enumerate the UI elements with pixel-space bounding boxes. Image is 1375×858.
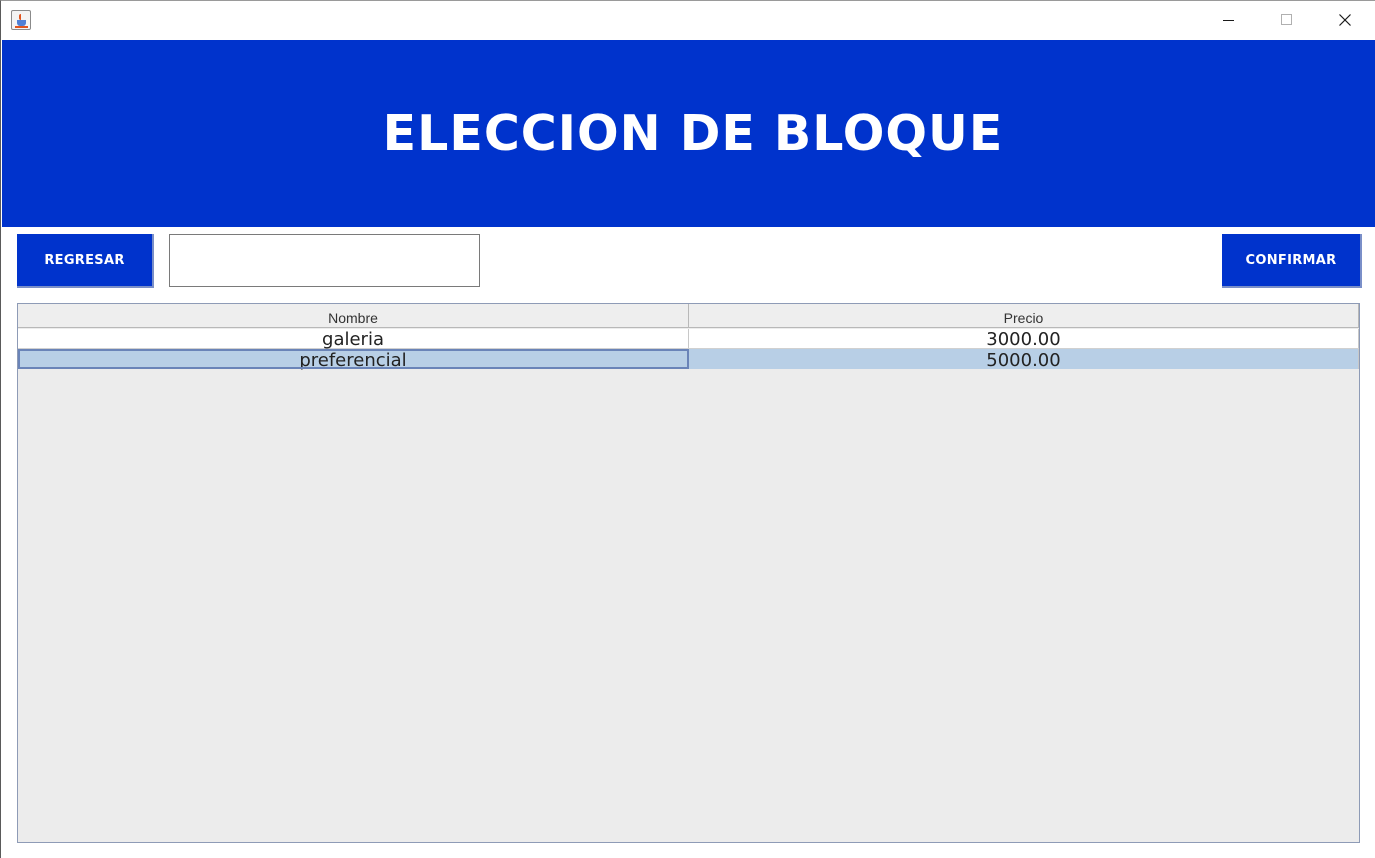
cell-nombre[interactable]: galeria <box>18 329 689 350</box>
cell-precio[interactable]: 5000.00 <box>689 349 1359 370</box>
search-input[interactable] <box>169 234 480 287</box>
maximize-button[interactable] <box>1257 1 1315 39</box>
column-header-precio[interactable]: Precio <box>689 304 1359 328</box>
java-cup-icon[interactable] <box>11 10 31 30</box>
close-icon <box>1339 14 1351 26</box>
header-banner: ELECCION DE BLOQUE <box>2 40 1375 227</box>
page-title: ELECCION DE BLOQUE <box>382 105 1004 162</box>
table-body: galeria 3000.00 preferencial 5000.00 <box>18 329 1359 370</box>
minimize-button[interactable] <box>1199 1 1257 39</box>
cell-nombre[interactable]: preferencial <box>18 349 689 370</box>
minimize-icon <box>1223 20 1234 21</box>
table-row-selected[interactable]: preferencial 5000.00 <box>18 349 1359 370</box>
confirm-button[interactable]: CONFIRMAR <box>1222 234 1362 288</box>
table-header: Nombre Precio <box>18 304 1359 328</box>
app-window: ELECCION DE BLOQUE REGRESAR CONFIRMAR No… <box>0 0 1375 858</box>
cell-precio[interactable]: 3000.00 <box>689 329 1359 350</box>
title-bar[interactable] <box>1 1 1375 39</box>
column-header-nombre[interactable]: Nombre <box>18 304 689 328</box>
maximize-icon <box>1281 14 1292 25</box>
back-button[interactable]: REGRESAR <box>17 234 154 288</box>
block-table[interactable]: Nombre Precio galeria 3000.00 preferenci… <box>17 303 1360 843</box>
table-row[interactable]: galeria 3000.00 <box>18 329 1359 350</box>
close-button[interactable] <box>1315 1 1373 39</box>
